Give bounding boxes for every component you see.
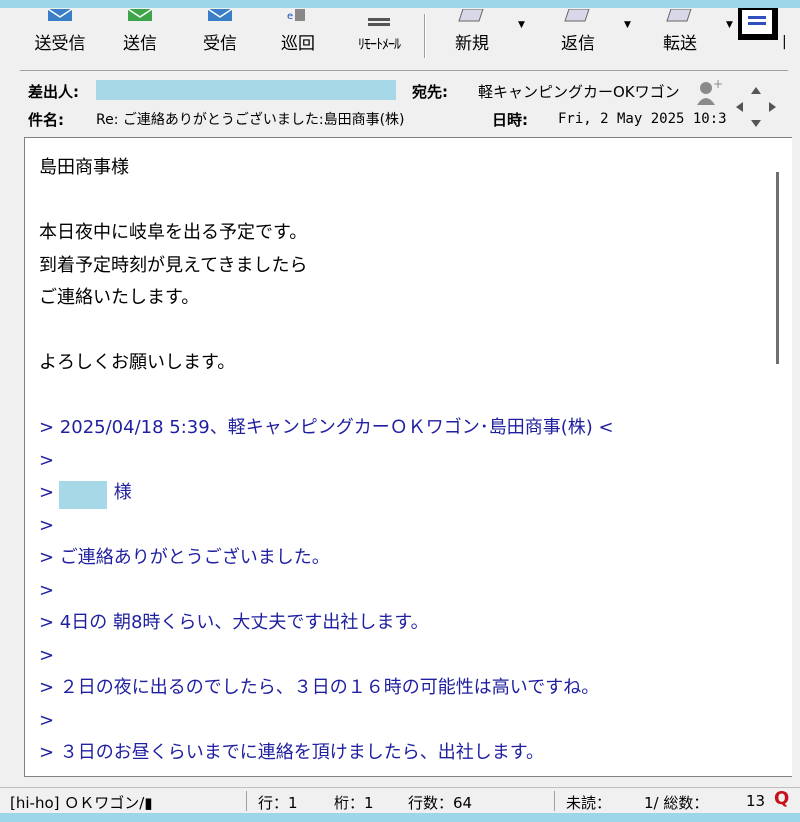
quoted-line: > 様 — [39, 482, 132, 503]
from-label: 差出人: — [28, 83, 79, 101]
message-line: 島田商事様 — [39, 157, 129, 178]
status-separator — [554, 791, 555, 811]
forward-button[interactable]: 転送 — [648, 8, 712, 60]
address-book-icon[interactable] — [738, 8, 778, 40]
to-value[interactable]: 軽キャンピングカーOKワゴン — [478, 81, 680, 102]
subject-label: 件名: — [28, 111, 64, 129]
window-top-edge — [0, 0, 800, 8]
quoted-line: > ご連絡ありがとうございました。 — [39, 547, 330, 568]
subject-value: Re: ご連絡ありがとうございました:島田商事(株) — [96, 112, 405, 128]
navigation-arrows-icon[interactable] — [734, 85, 778, 129]
message-header: 差出人: 宛先: 軽キャンピングカーOKワゴン + 件名: Re: ご連絡ありが… — [20, 70, 788, 131]
envelope-sync-icon — [47, 9, 73, 21]
to-label: 宛先: — [412, 83, 448, 101]
toolbar-overflow-icon[interactable]: | — [782, 34, 787, 50]
svg-text:+: + — [713, 79, 722, 91]
patrol-button[interactable]: e 巡回 — [270, 8, 326, 60]
status-bar: [hi-ho] ＯＫワゴン/▮ 行：1 桁：1 行数：64 未読： 1/ 総数：… — [0, 787, 800, 814]
recipient-name-redacted — [59, 481, 107, 509]
reply-button[interactable]: 返信 — [546, 8, 610, 60]
message-text: 島田商事様本日夜中に岐阜を出る予定です。 到着予定時刻が見えてきましたら ご連絡いた… — [39, 152, 759, 770]
toolbar-separator — [424, 14, 426, 58]
column-indicator: 桁：1 — [334, 794, 374, 812]
message-line: 到着予定時刻が見えてきましたら — [39, 254, 308, 276]
message-line: よろしくお願いします。 — [39, 352, 236, 373]
reply-dropdown-icon[interactable]: ▼ — [624, 20, 631, 30]
forward-icon — [666, 9, 692, 22]
message-line: 本日夜中に岐阜を出る予定です。 — [39, 222, 308, 243]
quoted-line: > 4日の 朝8時くらい、大丈夫です出社します。 — [39, 612, 429, 633]
quoted-line: > — [39, 449, 55, 471]
scrollbar-thumb[interactable] — [776, 172, 779, 364]
envelope-receive-icon — [207, 9, 233, 21]
date-label: 日時: — [492, 111, 528, 129]
message-line: ご連絡いたします。 — [39, 287, 200, 308]
app-q-icon: Q — [774, 788, 790, 809]
quoted-line: > — [39, 644, 55, 666]
add-contact-icon[interactable]: + — [696, 79, 722, 105]
patrol-icon: e — [287, 9, 305, 22]
vertical-scrollbar[interactable] — [772, 150, 782, 770]
new-dropdown-icon[interactable]: ▼ — [518, 20, 525, 30]
forward-dropdown-icon[interactable]: ▼ — [726, 20, 733, 30]
remote-mail-icon — [368, 18, 390, 26]
message-body[interactable]: 島田商事様本日夜中に岐阜を出る予定です。 到着予定時刻が見えてきましたら ご連絡いた… — [24, 137, 792, 777]
message-line — [39, 380, 759, 413]
quoted-line: > ３日のお昼くらいまでに連絡を頂けましたら、出社します。 — [39, 742, 545, 763]
reply-icon — [564, 9, 590, 22]
envelope-send-icon — [127, 9, 153, 21]
quoted-line: > ２日の夜に出るのでしたら、３日の１６時の可能性は高いですね。 — [39, 677, 600, 698]
receive-button[interactable]: 受信 — [192, 8, 248, 60]
send-receive-button[interactable]: 送受信 — [28, 8, 92, 60]
message-line — [39, 315, 759, 348]
line-count: 行数：64 — [408, 794, 473, 812]
remote-mail-button[interactable]: ﾘﾓｰﾄﾒｰﾙ — [340, 8, 418, 60]
send-button[interactable]: 送信 — [112, 8, 168, 60]
date-value: Fri, 2 May 2025 10:3 — [558, 111, 727, 127]
window-bottom-edge — [0, 813, 800, 822]
from-redacted — [96, 80, 396, 100]
status-separator — [246, 791, 247, 811]
new-button[interactable]: 新規 — [440, 8, 504, 60]
total-count: 13 — [746, 792, 766, 810]
message-line — [39, 185, 759, 218]
quoted-line: > — [39, 709, 55, 731]
row-indicator: 行：1 — [258, 794, 298, 812]
unread-label: 未読： — [566, 794, 612, 812]
quoted-line: > — [39, 514, 55, 536]
quoted-line: > 2025/04/18 5:39、軽キャンピングカーＯＫワゴン･島田商事(株)… — [39, 417, 614, 438]
account-status: [hi-ho] ＯＫワゴン/▮ — [10, 794, 153, 812]
quoted-line: > — [39, 579, 55, 601]
new-mail-icon — [458, 9, 484, 22]
svg-text:e: e — [287, 11, 293, 22]
unread-total-label: 1/ 総数： — [644, 794, 709, 812]
toolbar: 送受信 送信 受信 e 巡回 ﾘﾓｰﾄﾒｰﾙ 新規 ▼ 返信 ▼ 転送 ▼ | — [0, 8, 800, 60]
